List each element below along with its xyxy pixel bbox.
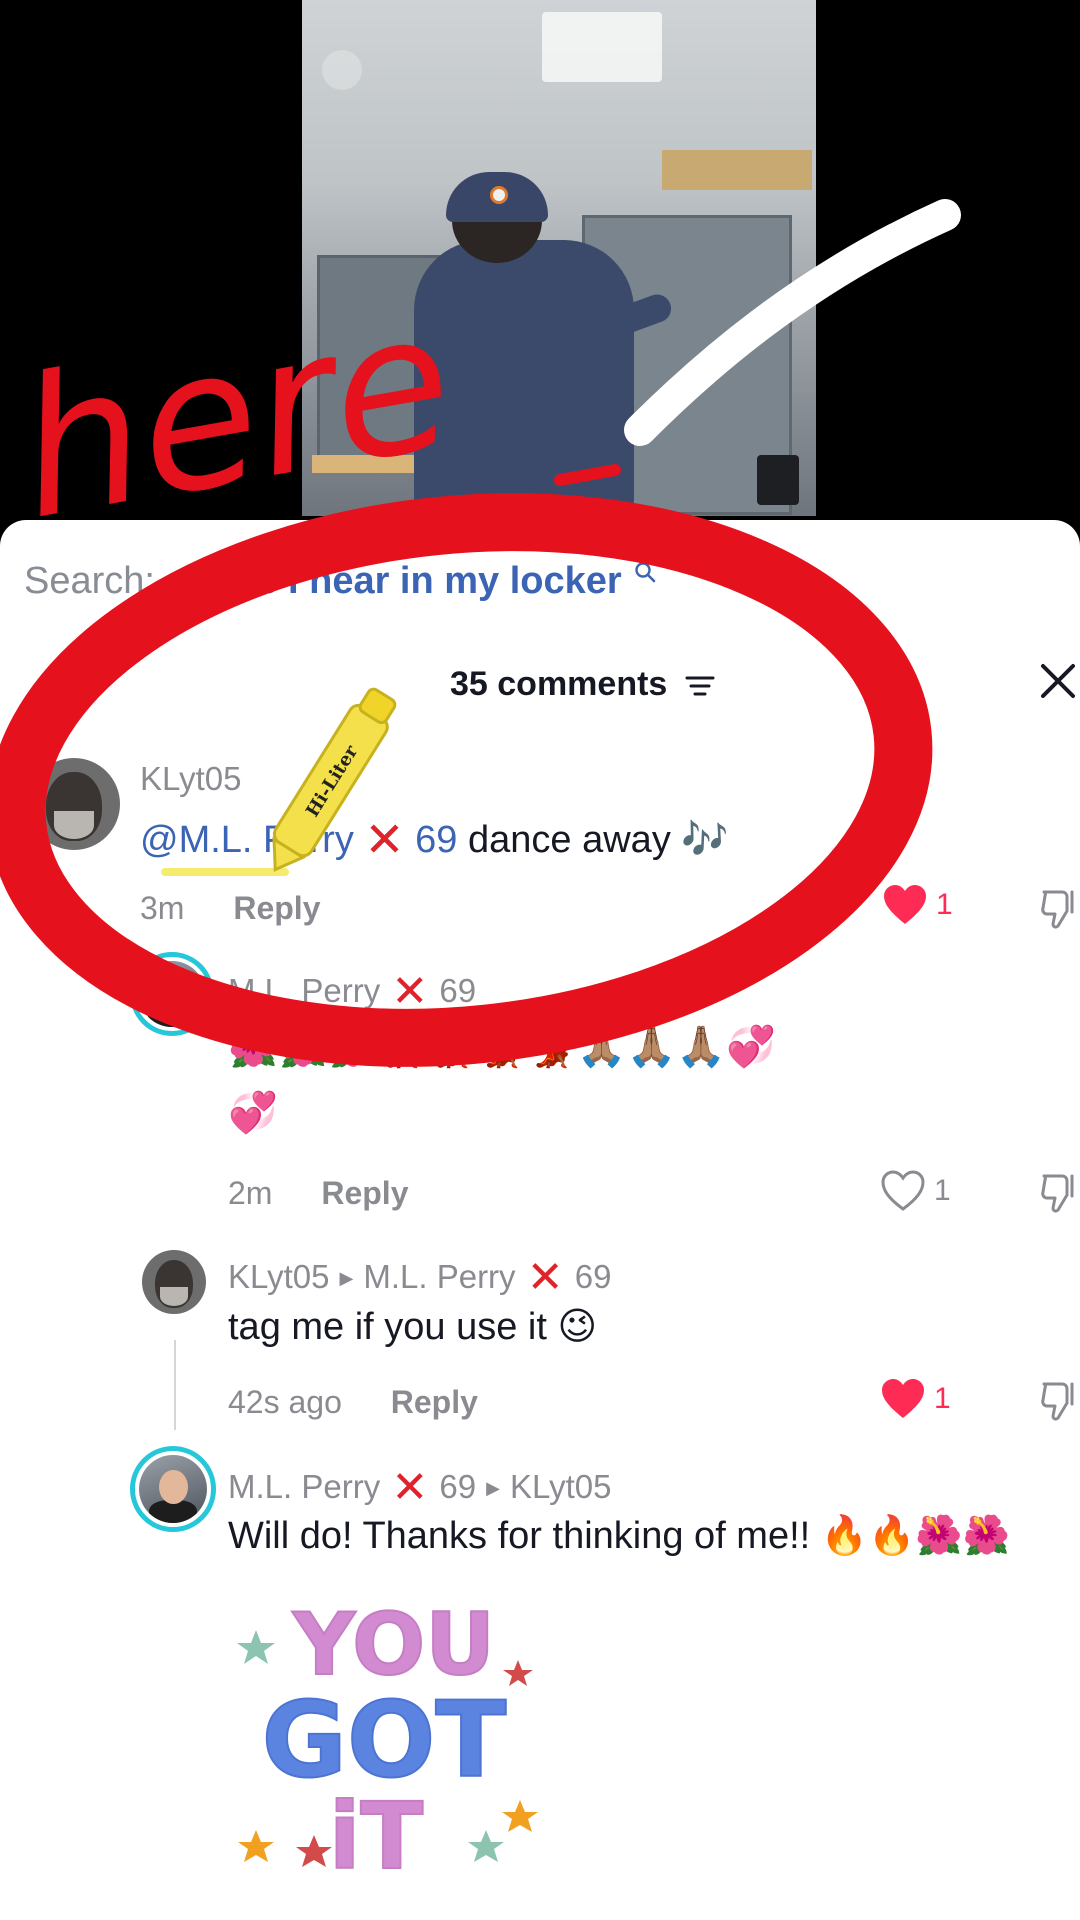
avatar-beard <box>53 811 95 839</box>
comment-text: Will do! Thanks for thinking of me!! 🔥🔥🌺… <box>228 1515 1011 1557</box>
comment-emoji-line: 🌺🌺🌺💃🏾💃🏾💃🏾💃🏾🙏🏽🙏🏽🙏🏽💞 <box>228 1025 776 1069</box>
reply-arrow-icon: ▶ <box>486 1478 500 1498</box>
reply-button[interactable]: Reply <box>391 1384 478 1420</box>
video-player[interactable] <box>0 0 1080 540</box>
person-body <box>414 240 634 510</box>
heart-filled-icon <box>882 1379 924 1418</box>
you-got-it-sticker: YOU GOT iT <box>237 1594 538 1880</box>
cross-mark-icon: ✕ <box>526 1253 564 1302</box>
username-name: M.L. Perry <box>228 1468 381 1505</box>
reply-to-suffix: 69 <box>574 1258 612 1295</box>
avatar-image <box>139 961 205 1027</box>
comment-username[interactable]: KLyt05 <box>140 760 242 798</box>
username-name: KLyt05 <box>228 1258 330 1295</box>
search-query[interactable]: songs I hear in my locker <box>166 560 622 602</box>
reply-to-name: M.L. Perry <box>363 1258 516 1295</box>
comment-time: 42s ago <box>228 1384 342 1420</box>
comment-body: dance away 🎶 <box>468 819 729 861</box>
avatar[interactable] <box>130 1446 216 1532</box>
mention-name: @M.L. Perry <box>140 819 354 861</box>
username-suffix: 69 <box>439 1468 477 1505</box>
cap-logo <box>490 186 508 204</box>
avatar-face <box>159 1469 188 1504</box>
avatar-image <box>139 1455 207 1523</box>
username-suffix: 69 <box>439 972 477 1009</box>
ceiling-light <box>542 12 662 82</box>
sticker-word: iT <box>329 1783 424 1880</box>
comment-username[interactable]: M.L. Perry ✕ 69 ▶ KLyt05 <box>228 1462 612 1513</box>
dislike-icon[interactable] <box>1040 888 1080 930</box>
close-icon[interactable] <box>1038 661 1078 701</box>
reply-button[interactable]: Reply <box>321 1175 408 1211</box>
comment-count: 35 comments <box>450 665 715 704</box>
shelf-box <box>662 150 812 190</box>
avatar[interactable] <box>142 1250 206 1314</box>
comments-header: 35 comments <box>0 655 1080 715</box>
heart-outline-icon <box>881 1170 925 1211</box>
video-frame[interactable] <box>302 0 816 516</box>
cross-mark-icon: ✕ <box>364 814 405 867</box>
heart-filled-icon <box>884 885 926 924</box>
comment-username[interactable]: M.L. Perry ✕ 69 <box>228 966 476 1017</box>
comment-text: tag me if you use it 😉 <box>228 1306 598 1348</box>
like-button[interactable]: 1 <box>880 1170 951 1212</box>
comment-meta: 2m Reply <box>228 1175 408 1212</box>
reply-to-name: KLyt05 <box>509 1468 612 1505</box>
cross-mark-icon: ✕ <box>391 967 429 1016</box>
comment-meta: 42s ago Reply <box>228 1384 478 1421</box>
search-prefix: Search: <box>24 560 155 602</box>
mention-link[interactable]: @M.L. Perry ✕ 69 <box>140 814 458 867</box>
search-suggestion[interactable]: Search: songs I hear in my locker <box>24 560 656 603</box>
reply-arrow-icon: ▶ <box>339 1268 354 1288</box>
comment-emoji-line: 💞 <box>228 1091 278 1135</box>
like-count: 1 <box>936 888 953 921</box>
username-name: M.L. Perry <box>228 972 381 1009</box>
dislike-icon[interactable] <box>1040 1172 1080 1214</box>
comment-username[interactable]: KLyt05 ▶ M.L. Perry ✕ 69 <box>228 1252 612 1303</box>
like-count: 1 <box>934 1174 951 1207</box>
speaker <box>757 455 799 505</box>
wall-fixture <box>322 50 362 90</box>
comment-time: 3m <box>140 890 185 926</box>
avatar-face <box>158 975 187 1009</box>
dislike-icon[interactable] <box>1040 1380 1080 1422</box>
avatar[interactable] <box>130 952 214 1036</box>
search-icon <box>635 562 656 583</box>
cross-mark-icon: ✕ <box>391 1463 429 1512</box>
thread-line <box>174 1340 176 1430</box>
like-button[interactable]: 1 <box>880 1378 951 1420</box>
like-button[interactable]: 1 <box>882 884 953 926</box>
comment-meta: 3m Reply <box>140 890 320 927</box>
reply-button[interactable]: Reply <box>233 890 320 926</box>
comment-count-label: 35 comments <box>450 665 668 703</box>
comment-time: 2m <box>228 1175 273 1211</box>
comment-text: @M.L. Perry ✕ 69 dance away 🎶 <box>140 812 729 868</box>
mention-suffix: 69 <box>415 819 458 861</box>
like-count: 1 <box>934 1382 951 1415</box>
sort-filter-icon[interactable] <box>685 674 715 698</box>
avatar[interactable] <box>28 758 120 850</box>
